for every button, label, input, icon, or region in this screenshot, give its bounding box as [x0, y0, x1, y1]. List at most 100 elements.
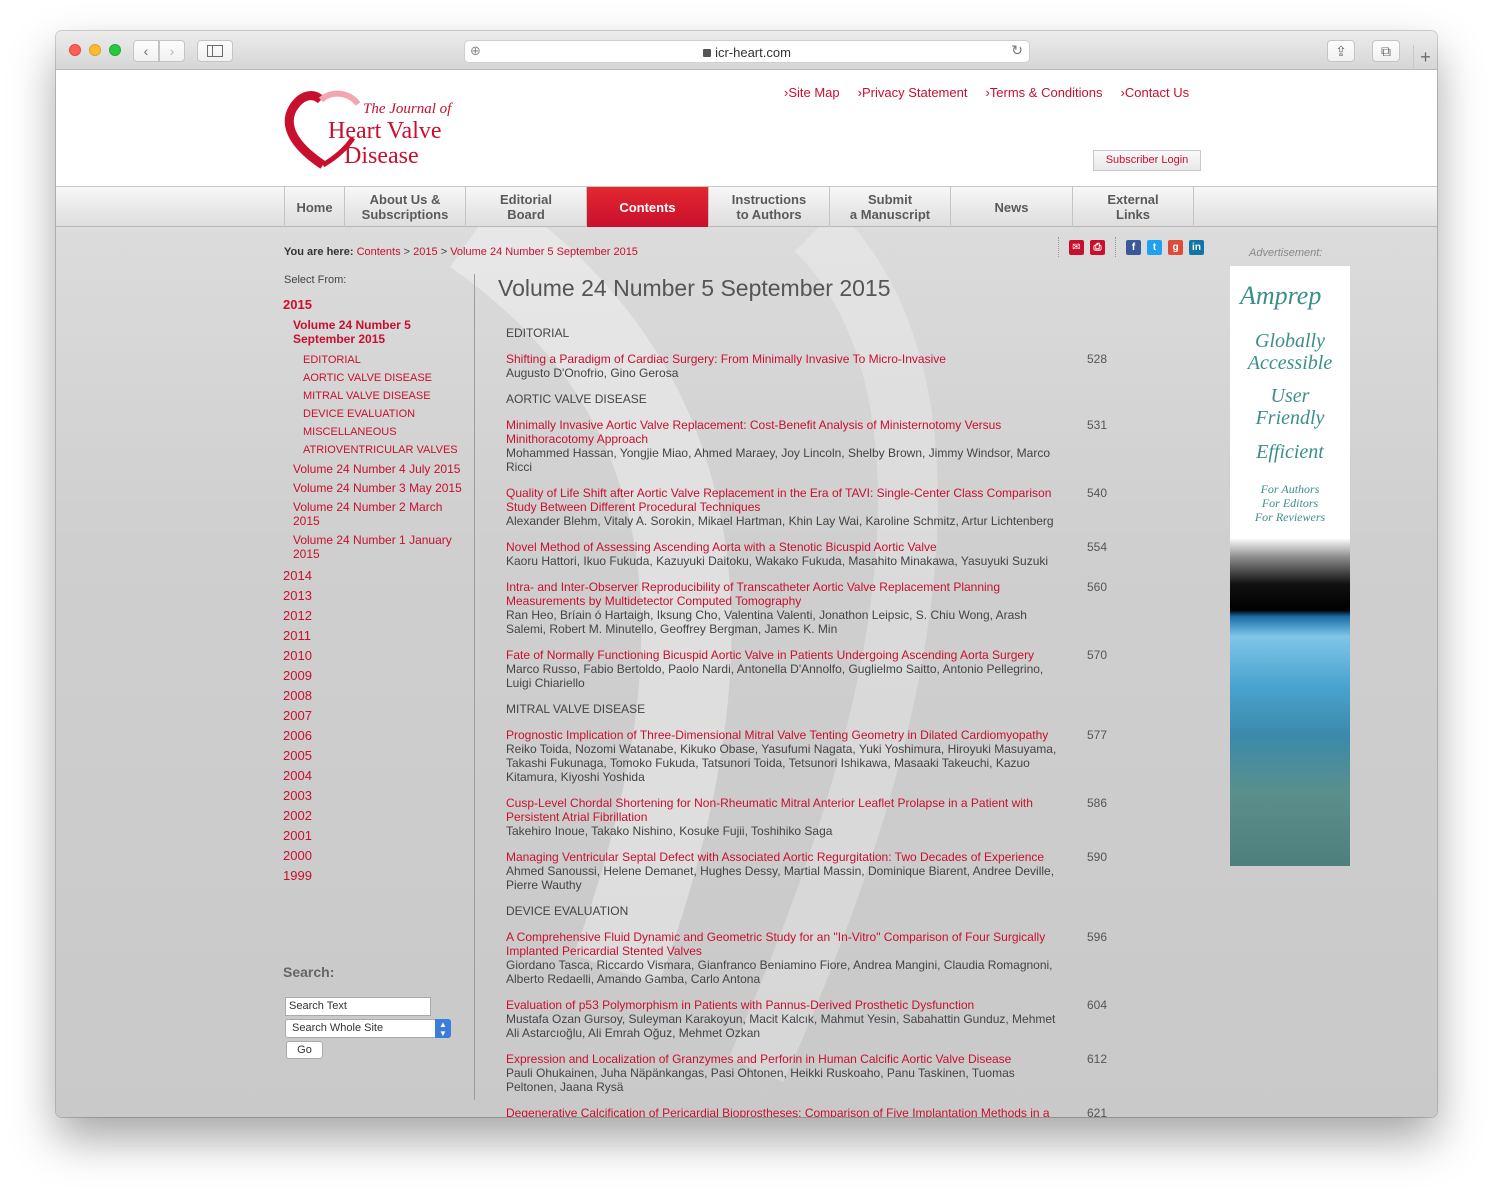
breadcrumb-prefix: You are here:: [284, 246, 354, 258]
year-link[interactable]: 2013: [283, 586, 468, 606]
logo-line-1: The Journal of: [363, 101, 452, 117]
article-title-link[interactable]: Shifting a Paradigm of Cardiac Surgery: …: [506, 352, 1061, 366]
section-link[interactable]: ATRIOVENTRICULAR VALVES: [283, 441, 468, 459]
nav-label: News: [994, 199, 1029, 215]
nav-news[interactable]: News: [951, 187, 1073, 227]
privacy-statement-link[interactable]: ›Privacy Statement: [858, 85, 968, 100]
email-icon[interactable]: ✉: [1069, 239, 1084, 255]
search-go-button[interactable]: Go: [286, 1041, 323, 1059]
year-link[interactable]: 2014: [283, 566, 468, 586]
breadcrumb-contents[interactable]: Contents: [357, 246, 401, 258]
year-link[interactable]: 2006: [283, 726, 468, 746]
volume-link[interactable]: Volume 24 Number 1 January 2015: [283, 533, 468, 561]
sidebar-toggle-button[interactable]: [197, 40, 233, 62]
year-link[interactable]: 2009: [283, 666, 468, 686]
volume-link[interactable]: Volume 24 Number 2 March 2015: [283, 500, 468, 528]
year-link[interactable]: 2011: [283, 626, 468, 646]
forward-button[interactable]: ›: [159, 40, 185, 62]
year-link[interactable]: 2007: [283, 706, 468, 726]
year-link[interactable]: 2000: [283, 846, 468, 866]
article-title-link[interactable]: Managing Ventricular Septal Defect with …: [506, 850, 1061, 864]
year-link-current[interactable]: 2015: [283, 295, 468, 315]
share-button[interactable]: ⇪: [1327, 40, 1355, 62]
search-input[interactable]: Search Text: [285, 997, 431, 1016]
year-link[interactable]: 2005: [283, 746, 468, 766]
breadcrumb-year[interactable]: 2015: [413, 246, 437, 258]
nav-editorial-board[interactable]: Editorial Board: [466, 187, 587, 227]
article-page-number: 560: [1087, 580, 1108, 594]
year-link[interactable]: 2001: [283, 826, 468, 846]
section-link[interactable]: MITRAL VALVE DISEASE: [283, 387, 468, 405]
nav-label: Submit: [867, 192, 913, 207]
year-link[interactable]: 1999: [283, 866, 468, 886]
article-page-number: 528: [1087, 352, 1108, 366]
nav-contents[interactable]: Contents: [587, 187, 709, 227]
article-title-link[interactable]: Intra- and Inter-Observer Reproducibilit…: [506, 580, 1061, 608]
year-link[interactable]: 2010: [283, 646, 468, 666]
volume-link[interactable]: Volume 24 Number 4 July 2015: [283, 462, 468, 476]
article-title-link[interactable]: Prognostic Implication of Three-Dimensio…: [506, 728, 1061, 742]
reload-icon[interactable]: ↻: [1011, 42, 1023, 59]
article-title-link[interactable]: Expression and Localization of Granzymes…: [506, 1052, 1061, 1066]
facebook-icon[interactable]: f: [1126, 239, 1141, 255]
print-icon[interactable]: ⎙: [1090, 239, 1105, 255]
year-link[interactable]: 2012: [283, 606, 468, 626]
nav-external-links[interactable]: External Links: [1073, 187, 1194, 227]
article-title-link[interactable]: Evaluation of p53 Polymorphism in Patien…: [506, 998, 1061, 1012]
article-page-number: 540: [1087, 486, 1108, 500]
article-title-link[interactable]: Fate of Normally Functioning Bicuspid Ao…: [506, 648, 1061, 662]
twitter-icon[interactable]: t: [1147, 239, 1162, 255]
utility-links: ›Site Map ›Privacy Statement ›Terms & Co…: [784, 85, 1189, 100]
article-title-link[interactable]: Degenerative Calcification of Pericardia…: [506, 1106, 1061, 1117]
article-page-number: 577: [1087, 728, 1108, 742]
article-title-link[interactable]: Cusp-Level Chordal Shortening for Non-Rh…: [506, 796, 1061, 824]
volume-link-current[interactable]: Volume 24 Number 5 September 2015: [283, 318, 468, 346]
article-authors: Ahmed Sanoussi, Helene Demanet, Hughes D…: [506, 864, 1055, 892]
section-link[interactable]: MISCELLANEOUS: [283, 423, 468, 441]
article-title-link[interactable]: Quality of Life Shift after Aortic Valve…: [506, 486, 1061, 514]
minimize-window-button[interactable]: [89, 44, 101, 56]
article-entry: Degenerative Calcification of Pericardia…: [506, 1106, 1126, 1117]
breadcrumb-volume[interactable]: Volume 24 Number 5 September 2015: [450, 246, 638, 258]
new-tab-button[interactable]: +: [1413, 45, 1437, 71]
year-link[interactable]: 2004: [283, 766, 468, 786]
journal-logo[interactable]: The Journal of Heart Valve Disease: [283, 90, 463, 170]
contact-us-link[interactable]: ›Contact Us: [1121, 85, 1190, 100]
address-bar[interactable]: ⊕ icr-heart.com ↻: [464, 40, 1030, 63]
main-navigation: Home About Us & Subscriptions Editorial Bo…: [56, 186, 1437, 227]
show-tabs-button[interactable]: ⧉: [1372, 40, 1400, 62]
nav-label: Editorial: [499, 192, 552, 207]
volume-link[interactable]: Volume 24 Number 3 May 2015: [283, 481, 468, 495]
google-plus-icon[interactable]: g: [1168, 239, 1183, 255]
nav-instructions[interactable]: Instructions to Authors: [709, 187, 830, 227]
advertisement-label: Advertisement:: [1249, 247, 1323, 259]
site-map-link[interactable]: ›Site Map: [784, 85, 840, 100]
browser-toolbar: ‹ › ⊕ icr-heart.com ↻ ⇪ ⧉ +: [56, 31, 1437, 71]
article-title-link[interactable]: Novel Method of Assessing Ascending Aort…: [506, 540, 1061, 554]
section-link[interactable]: EDITORIAL: [283, 351, 468, 369]
section-heading: EDITORIAL: [506, 326, 570, 340]
linkedin-icon[interactable]: in: [1189, 239, 1204, 255]
zoom-window-button[interactable]: [109, 44, 121, 56]
back-button[interactable]: ‹: [133, 40, 159, 62]
nav-about-us[interactable]: About Us & Subscriptions: [345, 187, 466, 227]
year-link[interactable]: 2002: [283, 806, 468, 826]
article-entry: Expression and Localization of Granzymes…: [506, 1052, 1126, 1094]
search-scope-select[interactable]: Search Whole Site ▲ ▼: [285, 1019, 451, 1038]
subscriber-login-button[interactable]: Subscriber Login: [1093, 150, 1201, 171]
article-title-link[interactable]: Minimally Invasive Aortic Valve Replacem…: [506, 418, 1061, 446]
article-authors: Giordano Tasca, Riccardo Vismara, Gianfr…: [506, 958, 1053, 986]
terms-conditions-link[interactable]: ›Terms & Conditions: [985, 85, 1102, 100]
article-title-link[interactable]: A Comprehensive Fluid Dynamic and Geomet…: [506, 930, 1061, 958]
close-window-button[interactable]: [69, 44, 81, 56]
breadcrumb-separator: >: [403, 246, 411, 258]
article-page-number: 596: [1087, 930, 1108, 944]
nav-label: a Manuscript: [849, 207, 931, 222]
advertisement-banner[interactable]: Amprep Globally Accessible User Friendly…: [1230, 266, 1350, 866]
nav-home[interactable]: Home: [285, 187, 345, 227]
year-link[interactable]: 2003: [283, 786, 468, 806]
section-link[interactable]: DEVICE EVALUATION: [283, 405, 468, 423]
year-link[interactable]: 2008: [283, 686, 468, 706]
nav-submit-manuscript[interactable]: Submit a Manuscript: [830, 187, 951, 227]
section-link[interactable]: AORTIC VALVE DISEASE: [283, 369, 468, 387]
